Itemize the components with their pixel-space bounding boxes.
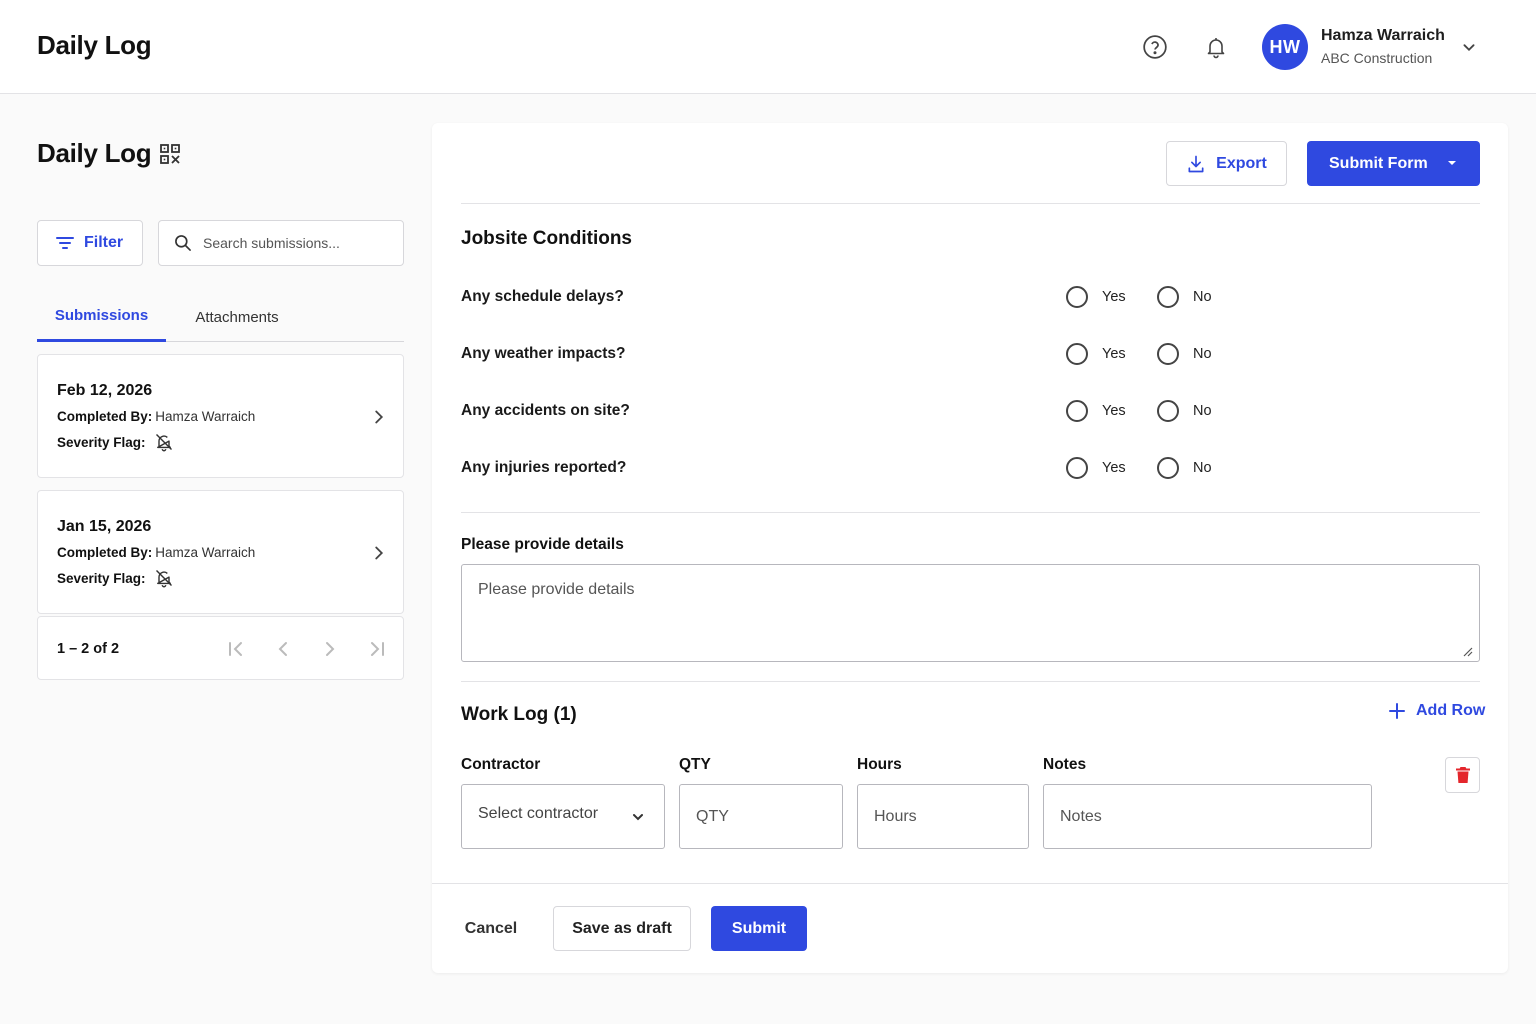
save-draft-button[interactable]: Save as draft [553,906,691,951]
submission-card[interactable]: Feb 12, 2026 Completed By: Hamza Warraic… [37,354,404,478]
submission-date: Feb 12, 2026 [57,382,153,399]
radio-label-yes: Yes [1102,460,1126,476]
qty-input[interactable] [680,785,842,848]
contractor-select-value: Select contractor [478,805,599,822]
delete-row-button[interactable] [1445,757,1480,793]
add-row-label: Add Row [1416,702,1486,719]
question-injuries: Any injuries reported? [461,459,627,476]
submit-button[interactable]: Submit [711,906,807,951]
bell-icon[interactable] [1200,31,1232,63]
user-org: ABC Construction [1321,50,1433,66]
previous-page-icon[interactable] [271,637,295,661]
qty-field[interactable] [679,784,843,849]
radio-accidents-no[interactable] [1157,400,1179,422]
plus-icon [1388,702,1406,720]
radio-label-yes: Yes [1102,403,1126,419]
filter-button[interactable]: Filter [37,220,143,266]
completed-by-label: Completed By: [57,409,153,424]
question-schedule-delays: Any schedule delays? [461,288,624,305]
cancel-button[interactable]: Cancel [452,906,530,951]
column-notes: Notes [1043,756,1087,773]
hours-input[interactable] [858,785,1028,848]
completed-by-line: Completed By: Hamza Warraich [57,409,255,424]
column-contractor: Contractor [461,756,541,773]
download-icon [1186,154,1206,174]
search-input[interactable] [203,235,393,251]
tab-submissions[interactable]: Submissions [37,292,166,342]
column-hours: Hours [857,756,902,773]
tab-attachments[interactable]: Attachments [177,292,297,342]
submit-form-label: Submit Form [1329,154,1428,172]
radio-label-no: No [1193,460,1212,476]
qr-code-icon[interactable] [158,142,182,166]
export-button[interactable]: Export [1166,141,1287,186]
radio-label-yes: Yes [1102,346,1126,362]
radio-accidents-yes[interactable] [1066,400,1088,422]
completed-by-value: Hamza Warraich [155,545,256,560]
chevron-down-icon[interactable] [1458,36,1480,58]
avatar[interactable]: HW [1262,24,1308,70]
jobsite-conditions-title: Jobsite Conditions [461,228,632,249]
user-name[interactable]: Hamza Warraich [1321,27,1445,45]
help-circle-icon[interactable] [1139,31,1171,63]
divider [461,512,1480,513]
severity-flag-line: Severity Flag: [57,432,174,452]
question-accidents: Any accidents on site? [461,402,630,419]
radio-weather-impacts-no[interactable] [1157,343,1179,365]
resize-handle-icon[interactable] [1461,645,1473,657]
chevron-right-icon [368,542,390,564]
radio-label-no: No [1193,289,1212,305]
notes-input[interactable] [1044,785,1371,848]
chevron-down-icon [630,809,646,825]
footer-divider [432,883,1508,884]
severity-flag-label: Severity Flag: [57,434,146,450]
app-title: Daily Log [37,30,152,60]
filter-label: Filter [84,234,124,251]
search-icon [173,233,193,253]
notes-field[interactable] [1043,784,1372,849]
work-log-title: Work Log (1) [461,704,577,725]
divider [461,681,1480,682]
divider [461,203,1480,204]
question-weather-impacts: Any weather impacts? [461,345,626,362]
radio-label-no: No [1193,403,1212,419]
details-textarea[interactable] [461,564,1480,662]
pagination-range: 1 – 2 of 2 [57,641,120,657]
completed-by-label: Completed By: [57,545,153,560]
trash-icon [1455,766,1471,784]
top-bar: Daily Log HW Hamza Warraich ABC Construc… [0,0,1536,94]
first-page-icon[interactable] [224,637,248,661]
radio-schedule-delays-no[interactable] [1157,286,1179,308]
radio-weather-impacts-yes[interactable] [1066,343,1088,365]
column-qty: QTY [679,756,711,773]
search-box[interactable] [158,220,404,266]
hours-field[interactable] [857,784,1029,849]
caret-down-icon[interactable] [1444,155,1460,171]
pagination: 1 – 2 of 2 [37,616,404,680]
tab-bar: Submissions Attachments [37,292,404,342]
radio-schedule-delays-yes[interactable] [1066,286,1088,308]
export-label: Export [1216,154,1267,172]
add-row-button[interactable]: Add Row [1388,702,1485,720]
bell-off-icon [154,568,174,588]
details-label: Please provide details [461,536,624,553]
submission-card[interactable]: Jan 15, 2026 Completed By: Hamza Warraic… [37,490,404,614]
bell-off-icon [154,432,174,452]
filter-icon [56,236,74,250]
page-title: Daily Log [37,138,152,168]
severity-flag-label: Severity Flag: [57,570,146,586]
next-page-icon[interactable] [318,637,342,661]
completed-by-value: Hamza Warraich [155,409,256,424]
completed-by-line: Completed By: Hamza Warraich [57,545,255,560]
radio-label-no: No [1193,346,1212,362]
radio-injuries-no[interactable] [1157,457,1179,479]
submit-form-button[interactable]: Submit Form [1307,141,1480,186]
submission-date: Jan 15, 2026 [57,518,152,535]
radio-injuries-yes[interactable] [1066,457,1088,479]
last-page-icon[interactable] [365,637,389,661]
severity-flag-line: Severity Flag: [57,568,174,588]
radio-label-yes: Yes [1102,289,1126,305]
chevron-right-icon [368,406,390,428]
contractor-select[interactable]: Select contractor [461,784,665,849]
